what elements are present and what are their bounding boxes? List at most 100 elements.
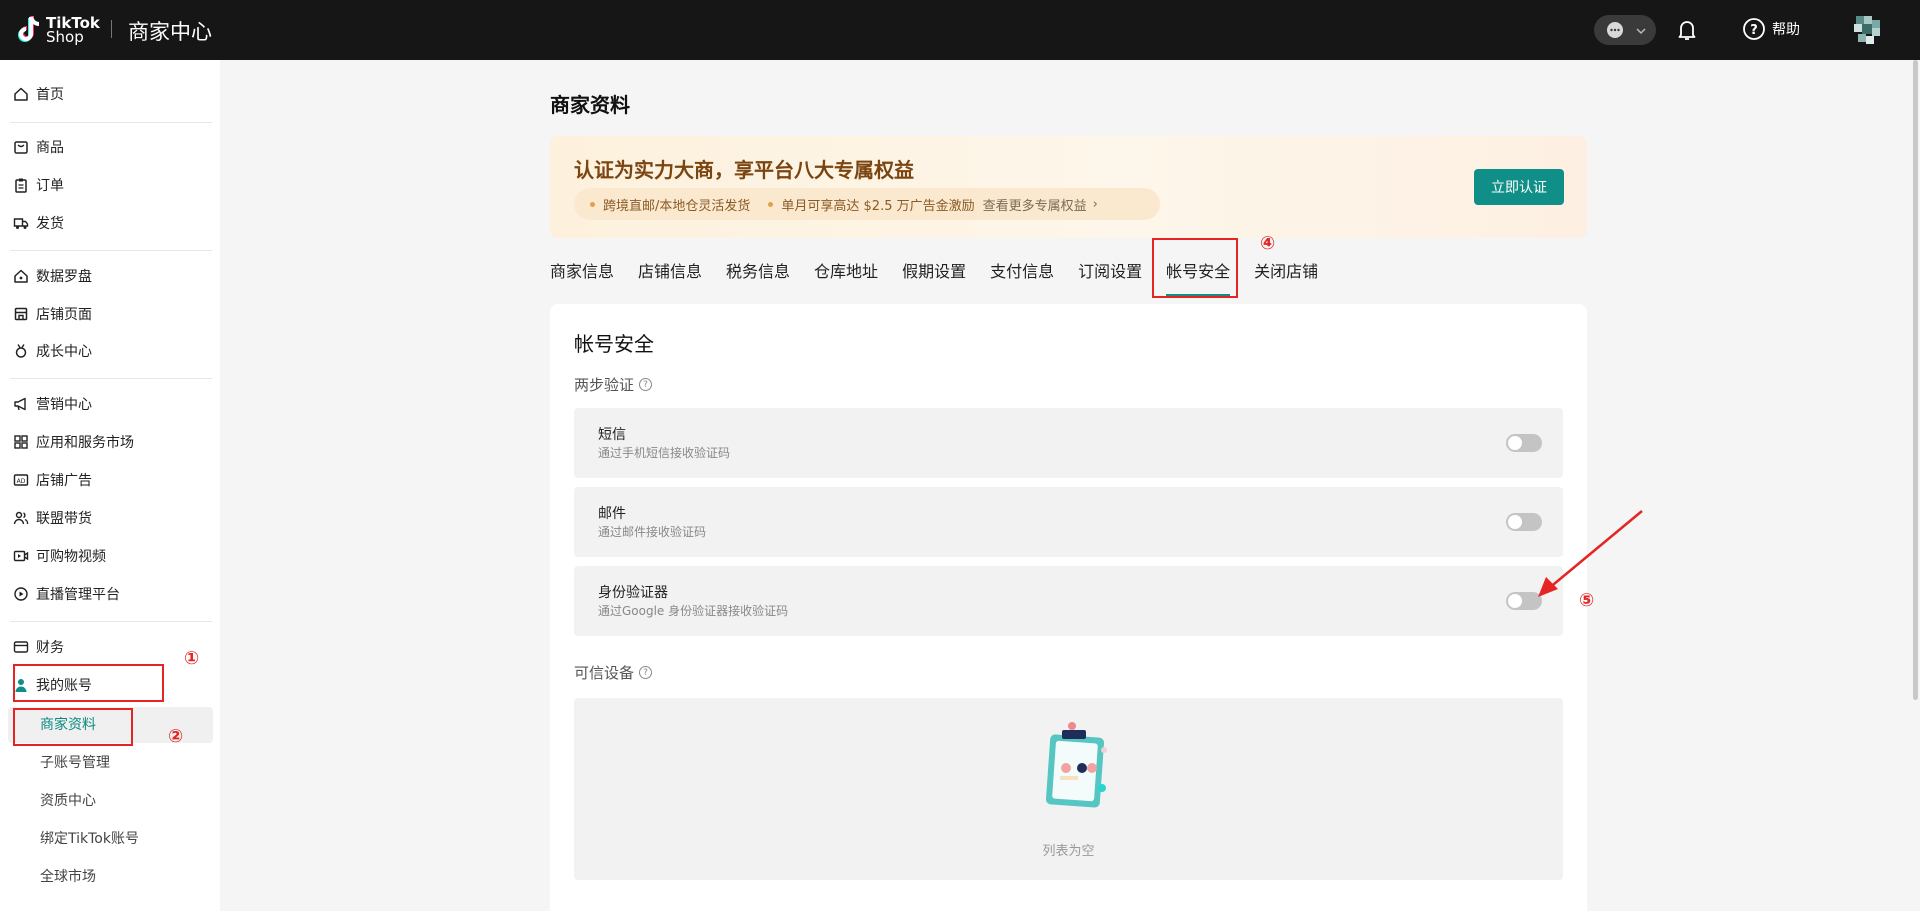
trusted-devices-section-label: 可信设备 ?	[574, 662, 653, 683]
sidebar-item-growth-center[interactable]: 成长中心	[12, 335, 212, 367]
tab-payment-info[interactable]: 支付信息	[990, 258, 1054, 288]
sidebar-item-data-compass[interactable]: 数据罗盘	[12, 260, 212, 292]
tab-close-store[interactable]: 关闭店铺	[1254, 258, 1318, 288]
svg-text:?: ?	[1750, 23, 1758, 38]
row-description: 通过邮件接收验证码	[598, 525, 707, 539]
users-icon	[13, 511, 29, 525]
tab-tax-info[interactable]: 税务信息	[726, 258, 790, 288]
header-title: 商家中心	[128, 20, 212, 44]
sidebar-item-finance[interactable]: 财务	[12, 631, 212, 663]
sidebar-item-label: 应用和服务市场	[36, 435, 134, 451]
sidebar-item-shoppable-video[interactable]: 可购物视频	[12, 540, 212, 572]
chevron-down-icon	[1636, 28, 1646, 35]
banner-perks: 跨境直邮/本地仓灵活发货 单月可享高达 $2.5 万广告金激励 查看更多专属权益…	[574, 188, 1160, 220]
annotation-box-my-account	[13, 664, 164, 702]
sidebar-item-home[interactable]: 首页	[12, 78, 212, 110]
sidebar-item-label: 商品	[36, 140, 64, 156]
logo-text: TikTok Shop	[46, 16, 100, 45]
tab-subscription-settings[interactable]: 订阅设置	[1078, 258, 1142, 288]
sidebar-item-label: 营销中心	[36, 397, 92, 413]
trusted-devices-empty-state: 列表为空	[574, 698, 1563, 880]
row-description: 通过Google 身份验证器接收验证码	[598, 604, 789, 618]
sidebar-item-live-platform[interactable]: 直播管理平台	[12, 578, 212, 610]
sidebar-item-label: 直播管理平台	[36, 587, 120, 603]
avatar[interactable]	[1850, 12, 1886, 48]
tab-holiday-settings[interactable]: 假期设置	[902, 258, 966, 288]
product-icon	[14, 141, 28, 154]
sidebar-divider	[10, 621, 212, 622]
annotation-box-security-tab	[1152, 238, 1238, 298]
trusted-devices-label: 可信设备	[574, 664, 635, 682]
truck-icon	[13, 218, 29, 229]
row-description: 通过手机短信接收验证码	[598, 446, 731, 460]
two-step-section-label: 两步验证 ?	[574, 374, 653, 395]
sidebar-item-shipping[interactable]: 发货	[12, 207, 212, 239]
sidebar-item-marketing[interactable]: 营销中心	[12, 388, 212, 420]
row-title: 身份验证器	[598, 585, 668, 601]
row-title: 短信	[598, 427, 626, 443]
top-bar: TikTok Shop 商家中心 ? 帮助	[0, 0, 1920, 60]
sidebar-item-label: 店铺广告	[36, 473, 92, 489]
sidebar-item-affiliate[interactable]: 联盟带货	[12, 502, 212, 534]
apps-icon	[14, 435, 28, 449]
sidebar-divider	[10, 378, 212, 379]
sms-toggle[interactable]	[1506, 434, 1542, 452]
compass-icon	[14, 269, 28, 283]
message-dropdown[interactable]	[1594, 15, 1656, 45]
tiktok-shop-logo[interactable]: TikTok Shop	[14, 14, 100, 46]
sidebar-item-label: 联盟带货	[36, 511, 92, 527]
ad-icon: AD	[13, 474, 29, 486]
row-title: 邮件	[598, 506, 626, 522]
chevron-right-icon: ›	[1092, 196, 1098, 212]
question-circle-icon: ?	[1743, 18, 1765, 40]
megaphone-icon	[14, 397, 26, 411]
banner-title: 认证为实力大商，享平台八大专属权益	[574, 158, 914, 182]
perk-item: 跨境直邮/本地仓灵活发货	[603, 198, 751, 214]
sidebar-item-store-page[interactable]: 店铺页面	[12, 298, 212, 330]
verification-row-authenticator: 身份验证器 通过Google 身份验证器接收验证码	[574, 566, 1563, 636]
bullet-icon	[590, 201, 595, 207]
sidebar-item-label: 店铺页面	[36, 307, 92, 323]
sidebar-subitem-global-market[interactable]: 全球市场	[40, 860, 240, 892]
sidebar-item-label: 成长中心	[36, 344, 92, 360]
empty-clipboard-icon	[1045, 722, 1107, 808]
help-link[interactable]: ? 帮助	[1742, 17, 1800, 41]
live-icon	[14, 587, 28, 601]
sidebar-item-label: 数据罗盘	[36, 269, 92, 285]
store-icon	[14, 307, 28, 321]
sidebar-subitem-label: 资质中心	[40, 793, 96, 809]
sidebar-item-label: 财务	[36, 640, 64, 656]
sidebar-divider	[10, 122, 212, 123]
sidebar-subitem-label: 全球市场	[40, 869, 96, 885]
tab-warehouse-address[interactable]: 仓库地址	[814, 258, 878, 288]
sidebar-subitem-sub-accounts[interactable]: 子账号管理	[40, 746, 240, 778]
tab-store-info[interactable]: 店铺信息	[638, 258, 702, 288]
sidebar-item-products[interactable]: 商品	[12, 131, 212, 163]
sidebar-item-app-market[interactable]: 应用和服务市场	[12, 426, 212, 458]
question-icon[interactable]: ?	[639, 666, 653, 679]
svg-text:AD: AD	[17, 478, 26, 485]
sidebar-subitem-qualification[interactable]: 资质中心	[40, 784, 240, 816]
certification-banner: 认证为实力大商，享平台八大专属权益 跨境直邮/本地仓灵活发货 单月可享高达 $2…	[550, 136, 1587, 238]
wallet-icon	[13, 641, 29, 653]
sidebar-item-label: 订单	[36, 178, 64, 194]
sidebar-item-orders[interactable]: 订单	[12, 169, 212, 201]
certify-now-button[interactable]: 立即认证	[1474, 169, 1564, 205]
page-scrollbar[interactable]	[1913, 60, 1918, 700]
chat-icon	[1607, 22, 1623, 38]
sidebar-item-store-ads[interactable]: AD 店铺广告	[12, 464, 212, 496]
tab-merchant-info[interactable]: 商家信息	[550, 258, 614, 288]
annotation-number-4: ④	[1260, 233, 1276, 254]
sidebar-subitem-bind-tiktok[interactable]: 绑定TikTok账号	[40, 822, 240, 854]
empty-list-text: 列表为空	[1042, 844, 1095, 859]
home-icon	[14, 87, 28, 101]
annotation-arrow-icon	[1538, 510, 1643, 597]
video-icon	[13, 550, 29, 562]
sidebar-divider	[10, 250, 212, 251]
bell-icon[interactable]	[1674, 17, 1700, 43]
header-divider	[111, 20, 112, 38]
sidebar-subitem-label: 子账号管理	[40, 755, 110, 771]
more-perks-link[interactable]: 查看更多专属权益	[983, 195, 1087, 214]
sidebar-item-label: 发货	[36, 216, 64, 232]
question-icon[interactable]: ?	[639, 378, 653, 391]
